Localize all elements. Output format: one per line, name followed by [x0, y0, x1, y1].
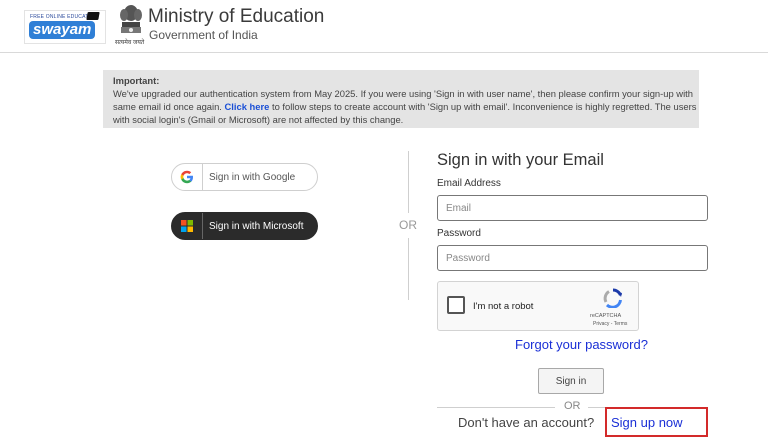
notice-click-here-link[interactable]: Click here: [225, 101, 270, 112]
no-account-text: Don't have an account?: [458, 415, 595, 430]
google-icon: [172, 164, 202, 190]
email-input[interactable]: [437, 195, 708, 221]
logo-wordmark: swayam: [29, 21, 96, 39]
graduation-cap-icon: [86, 12, 100, 20]
lion-capital-icon: [120, 5, 142, 33]
microsoft-signin-button[interactable]: Sign in with Microsoft: [171, 212, 318, 240]
national-emblem: सत्यमेव जयते: [115, 4, 145, 48]
signin-button[interactable]: Sign in: [538, 368, 604, 394]
site-header: FREE ONLINE EDUCATION swayam सत्यमेव जयत…: [0, 0, 768, 53]
form-title: Sign in with your Email: [437, 151, 604, 169]
recaptcha-label: I'm not a robot: [473, 301, 534, 312]
recaptcha-brand: reCAPTCHA: [590, 313, 622, 319]
vertical-divider-bottom: [408, 238, 409, 300]
recaptcha-terms-link[interactable]: Privacy - Terms: [593, 321, 627, 327]
forgot-password-link[interactable]: Forgot your password?: [515, 337, 648, 352]
vertical-divider-top: [408, 151, 409, 213]
google-signin-button[interactable]: Sign in with Google: [171, 163, 318, 191]
emblem-motto: सत्यमेव जयते: [115, 40, 145, 46]
swayam-logo[interactable]: FREE ONLINE EDUCATION swayam: [24, 10, 106, 44]
recaptcha-widget: I'm not a robot reCAPTCHA Privacy - Term…: [437, 281, 639, 331]
government-subtitle: Government of India: [149, 28, 258, 42]
google-signin-label: Sign in with Google: [209, 171, 296, 183]
password-input[interactable]: [437, 245, 708, 271]
signup-link[interactable]: Sign up now: [605, 407, 708, 437]
recaptcha-checkbox[interactable]: [447, 296, 465, 314]
password-label: Password: [437, 228, 481, 239]
notice-heading: Important:: [113, 75, 160, 86]
microsoft-signin-label: Sign in with Microsoft: [209, 220, 304, 232]
important-notice: Important: We've upgraded our authentica…: [103, 70, 699, 128]
microsoft-icon: [172, 213, 202, 239]
ministry-title: Ministry of Education: [148, 6, 325, 27]
horizontal-divider-left: [437, 407, 555, 408]
or-divider-label: OR: [399, 218, 417, 232]
email-label: Email Address: [437, 178, 501, 189]
recaptcha-icon: [603, 288, 622, 308]
or-divider-bottom: OR: [564, 400, 581, 412]
